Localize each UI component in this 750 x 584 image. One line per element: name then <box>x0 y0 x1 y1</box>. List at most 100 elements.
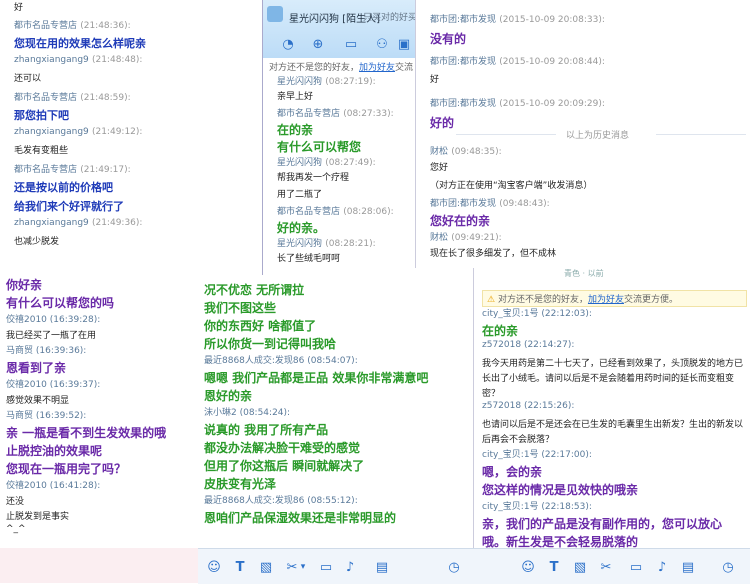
history-icon[interactable]: ◷ <box>444 557 464 577</box>
message-text: 有什么可以帮您的吗 <box>6 296 115 310</box>
message-header: city_宝贝:1号 (22:12:03): <box>482 309 592 319</box>
font-icon[interactable]: T <box>230 557 250 577</box>
message-text: 也请问以后是不是还会在已生发的毛囊里生出新发？生出的新发以 <box>482 420 744 430</box>
message-text: 在的亲 <box>277 123 314 137</box>
emoji-icon[interactable]: ☺ <box>204 557 224 577</box>
chevron-down-icon[interactable]: ▾ <box>298 557 308 577</box>
sender-name: 都市团:都市发现 <box>430 15 497 25</box>
message-text: 在的亲 <box>482 324 519 338</box>
image-icon-2[interactable]: ▧ <box>570 557 590 577</box>
timestamp: (21:49:36): <box>91 218 143 228</box>
sender-name: 星光闪闪狗 <box>277 158 323 168</box>
message-header: zhangxiangang9 (21:49:36): <box>14 217 142 228</box>
timestamp: (2015-10-09 20:08:44): <box>499 57 605 67</box>
add-friend-link-f[interactable]: 加为好友 <box>588 295 624 305</box>
sender-name: 都市名品专营店 <box>277 207 341 217</box>
shake-icon-2[interactable]: ♪ <box>652 557 672 577</box>
message-text: 现在长了很多细发了，但不成林 <box>430 249 557 259</box>
timestamp: (21:49:12): <box>91 127 143 137</box>
message-text: 说真的 我用了所有产品 <box>204 423 329 437</box>
message-header: 星光闪闪狗 (08:27:49): <box>277 155 376 168</box>
message-header: 星光闪闪狗 (08:27:19): <box>277 74 376 87</box>
message-text: （对方正在使用“淘宝客户端”收发消息） <box>430 181 593 191</box>
chat-panel-b: 星光闪闪狗 [陌生人] 只买对的好买 ◔ ⊕ ▭ ⚇ ▣ 对方还不是您的好友，加… <box>262 0 416 275</box>
add-contact-icon[interactable]: ⚇ <box>373 35 391 53</box>
message-text: 还没 <box>6 497 25 507</box>
chat-bubble-icon[interactable]: ◔ <box>279 35 297 53</box>
image-icon[interactable]: ▧ <box>256 557 276 577</box>
screenshot-icon-2[interactable]: ✂ <box>596 557 616 577</box>
chat-window-header: 星光闪闪狗 [陌生人] 只买对的好买 ◔ ⊕ ▭ ⚇ ▣ <box>263 0 416 58</box>
timestamp: (09:49:21): <box>451 233 502 243</box>
add-friend-link[interactable]: 加为好友 <box>359 63 395 73</box>
message-header: 都市名品专营店 (08:27:33): <box>277 106 394 119</box>
friend-warning-f: ⚠ 对方还不是您的好友，加为好友交流更方便。 <box>482 290 747 307</box>
message-text: 亲 一瓶是看不到生发效果的哦 <box>6 426 167 440</box>
message-text: 恩好的亲 <box>204 389 253 403</box>
sender-name: 财松 <box>430 233 449 243</box>
font-icon-2[interactable]: T <box>544 557 564 577</box>
sender-name: 星光闪闪狗 <box>277 239 323 249</box>
message-header: 星光闪闪狗 (08:28:21): <box>277 236 376 249</box>
window-icon[interactable]: ▭ <box>316 557 336 577</box>
history-icon-2[interactable]: ◷ <box>718 557 738 577</box>
message-text: 嗯嗯 我们产品都是正品 效果你非常满意吧 <box>204 371 429 385</box>
chat-panel-e: 况不优恋 无所谓拉 我们不图这些 你的东西好 啥都值了 所以你货一到记得叫我哈 最近88… <box>198 275 473 548</box>
message-header: 佼禧2010 (16:41:28): <box>6 481 101 491</box>
message-text: 恩看到了亲 <box>6 361 67 375</box>
message-header: 马商贸 (16:39:36): <box>6 346 87 356</box>
message-text: 况不优恋 无所谓拉 <box>204 283 305 297</box>
message-text: 都没办法解决脸干难受的感觉 <box>204 441 361 455</box>
message-text: 没有的 <box>430 32 467 46</box>
message-header: 财松 (09:49:21): <box>430 230 502 243</box>
message-text: 您现在一瓶用完了吗？ <box>6 462 127 476</box>
panel-f-top-label: 青色 · 以前 <box>564 269 604 278</box>
message-header: 都市团:都市发现 (2015-10-09 20:09:29): <box>430 96 605 109</box>
message-text: 你好亲 <box>6 278 43 292</box>
message-text: 感觉效果不明显 <box>6 396 70 406</box>
timestamp: (09:48:43): <box>499 199 550 209</box>
sender-name: 都市名品专营店 <box>14 21 78 31</box>
timestamp: (21:49:17): <box>80 165 131 175</box>
bottom-left-strip <box>0 548 198 583</box>
message-text: 毛发有变粗些 <box>14 146 69 156</box>
timestamp: (08:28:06): <box>343 207 394 217</box>
friend-warning: 对方还不是您的好友，加为好友交流 <box>269 63 414 73</box>
message-text: 长出了小绒毛。请问以后是不是会随着用药时间的延长而变粗变 <box>482 374 735 384</box>
window-icon-2[interactable]: ▭ <box>626 557 646 577</box>
video-icon[interactable]: ▭ <box>341 35 361 53</box>
sender-name: 都市名品专营店 <box>14 93 78 103</box>
share-icon[interactable]: ⊕ <box>309 35 327 53</box>
message-header: 都市团:都市发现 (09:48:43): <box>430 196 550 209</box>
message-text: 止脱控油的效果呢 <box>6 444 103 458</box>
message-text: 皮肤变有光泽 <box>204 477 277 491</box>
message-header: 都市名品专营店 (21:48:59): <box>14 90 131 103</box>
message-text: 我今天用药是第二十七天了，已经看到效果了，头顶脱发的地方已 <box>482 359 744 369</box>
sender-name: 星光闪闪狗 <box>277 77 323 87</box>
sender-name: 都市名品专营店 <box>277 109 341 119</box>
message-header: 佼禧2010 (16:39:37): <box>6 380 101 390</box>
message-text: 后再会不会脱落？ <box>482 435 555 445</box>
message-text: 您好在的亲 <box>430 214 491 228</box>
timestamp: (08:28:21): <box>325 239 376 249</box>
timestamp: (21:48:59): <box>80 93 131 103</box>
shake-icon[interactable]: ♪ <box>340 557 360 577</box>
sender-name: 都市团:都市发现 <box>430 99 497 109</box>
emoji-icon-2[interactable]: ☺ <box>518 557 538 577</box>
message-header: 都市名品专营店 (08:28:06): <box>277 204 394 217</box>
sender-name: 都市团:都市发现 <box>430 57 497 67</box>
message-text: 止脱发到是事实 <box>6 512 70 522</box>
message-text: 但用了你这瓶后 瞬间就解决了 <box>204 459 365 473</box>
timestamp: (09:48:35): <box>451 147 502 157</box>
chat-panel-c: 都市团:都市发现 (2015-10-09 20:08:33): 没有的 都市团:都市… <box>415 0 750 268</box>
message-text: 您好 <box>430 163 449 173</box>
message-header: city_宝贝:1号 (22:18:53): <box>482 502 592 512</box>
chat-panel-d: 你好亲 有什么可以帮您的吗 佼禧2010 (16:39:28): 我已经买了一瓶了在用… <box>0 262 200 583</box>
phrase-icon-2[interactable]: ▤ <box>678 557 698 577</box>
message-text: 还可以 <box>14 74 42 84</box>
message-header: 都市团:都市发现 (2015-10-09 20:08:33): <box>430 12 605 25</box>
message-header: 最近8868人成交:发现86 (08:54:07): <box>204 356 358 366</box>
more-icon[interactable]: ▣ <box>396 35 412 53</box>
contact-avatar[interactable] <box>267 6 283 22</box>
phrase-icon[interactable]: ▤ <box>372 557 392 577</box>
